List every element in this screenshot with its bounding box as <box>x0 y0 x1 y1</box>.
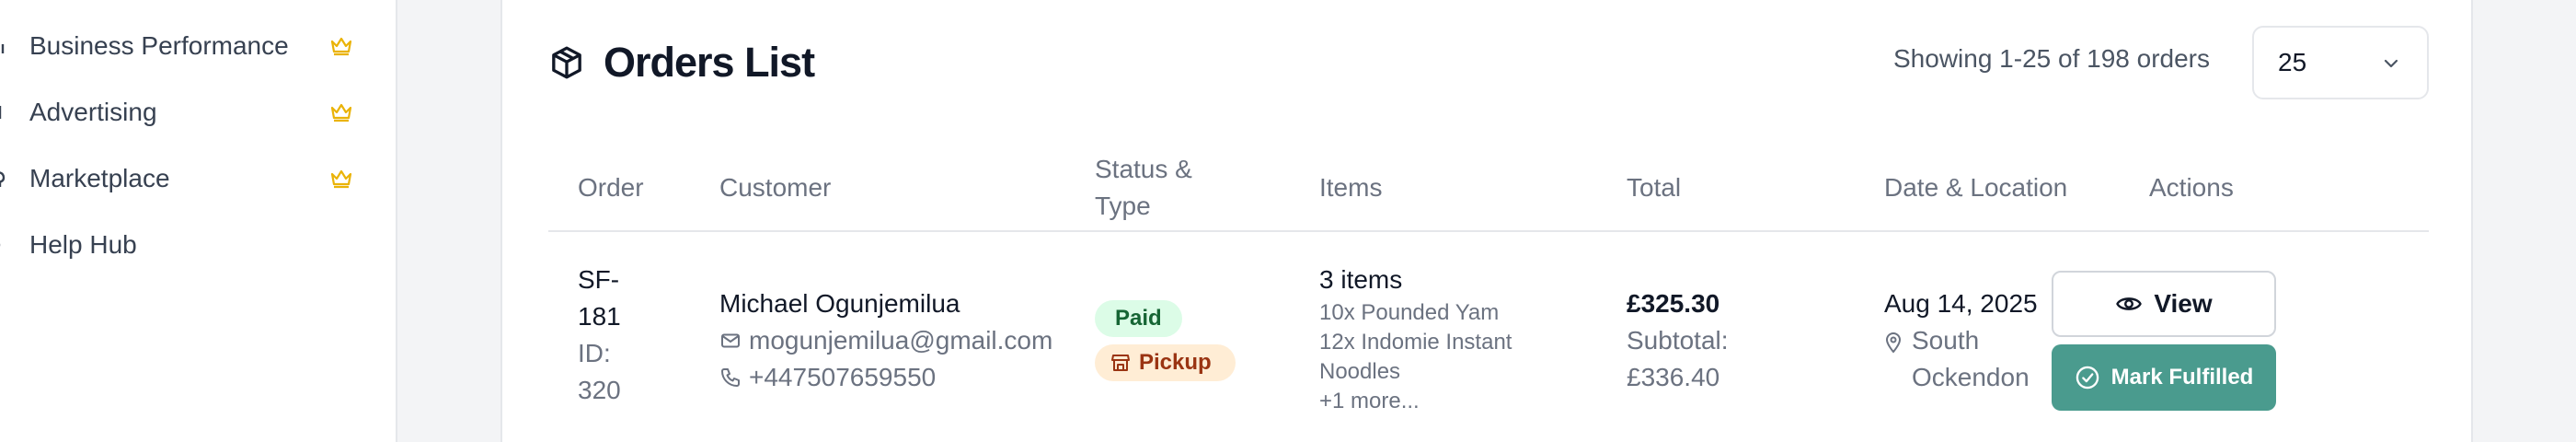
table-row: SF- 181 ID: 320 Michael Ogunjemilua mogu… <box>548 234 2429 442</box>
mail-icon <box>721 333 740 348</box>
package-icon <box>552 46 581 79</box>
date-location-cell: Aug 14, 2025 South Ockendon <box>1884 285 2038 396</box>
column-header-customer[interactable]: Customer <box>719 169 831 206</box>
column-header-status[interactable]: Status & Type <box>1095 151 1192 225</box>
sidebar: Business Performance Advertising Marketp… <box>0 0 397 442</box>
status-cell: Paid Pickup <box>1095 300 1236 381</box>
subtotal-value: £336.40 <box>1627 363 1720 391</box>
sidebar-item-label: Marketplace <box>29 164 170 192</box>
status-badge-pickup: Pickup <box>1095 344 1236 381</box>
order-date: Aug 14, 2025 <box>1884 289 2038 318</box>
item-line: 12x Indomie Instant <box>1319 330 1512 355</box>
status-badge-paid: Paid <box>1095 300 1182 337</box>
crown-icon <box>330 37 352 56</box>
customer-phone-text: +447507659550 <box>749 363 937 391</box>
orders-card: Orders List Showing 1-25 of 198 orders 2… <box>500 0 2473 442</box>
column-header-status-line2: Type <box>1095 192 1151 220</box>
items-count: 3 items <box>1319 265 1403 294</box>
view-button[interactable]: View <box>2052 271 2276 337</box>
chevron-down-icon <box>2384 59 2398 68</box>
phone-icon <box>721 368 740 387</box>
column-header-date-location[interactable]: Date & Location <box>1884 169 2067 206</box>
customer-email[interactable]: mogunjemilua@gmail.com <box>719 322 1052 359</box>
sidebar-item-label: Business Performance <box>29 31 289 60</box>
total-cell: £325.30 Subtotal: £336.40 <box>1627 285 1729 396</box>
per-page-select[interactable]: 25 <box>2252 26 2429 99</box>
customer-cell: Michael Ogunjemilua mogunjemilua@gmail.c… <box>719 285 1052 396</box>
subtotal-label: Subtotal: <box>1627 326 1729 355</box>
customer-name: Michael Ogunjemilua <box>719 289 960 318</box>
crown-icon <box>330 169 352 189</box>
map-pin-icon <box>1885 332 1902 354</box>
help-icon <box>0 243 1 247</box>
sidebar-item-marketplace[interactable]: Marketplace <box>0 153 368 204</box>
sidebar-item-label: Help Hub <box>29 230 137 259</box>
eye-icon <box>2116 297 2143 310</box>
items-more-link[interactable]: +1 more... <box>1319 387 1512 416</box>
items-cell: 3 items 10x Pounded Yam 12x Indomie Inst… <box>1319 262 1512 416</box>
crown-icon <box>330 103 352 122</box>
sidebar-item-label: Advertising <box>29 98 157 126</box>
column-header-items[interactable]: Items <box>1319 169 1382 206</box>
sidebar-item-advertising[interactable]: Advertising <box>0 87 368 138</box>
page-title-row: Orders List <box>548 33 815 92</box>
view-button-label: View <box>2154 289 2213 318</box>
order-cell: SF- 181 ID: 320 <box>578 262 621 409</box>
item-line: Noodles <box>1319 359 1401 384</box>
order-number-line2: 181 <box>578 302 621 331</box>
column-header-order[interactable]: Order <box>578 169 644 206</box>
sidebar-item-business-performance[interactable]: Business Performance <box>0 20 368 72</box>
check-circle-icon <box>2076 366 2099 390</box>
order-id-line2: 320 <box>578 376 621 404</box>
order-total: £325.30 <box>1627 289 1720 318</box>
column-header-status-line1: Status & <box>1095 155 1192 183</box>
order-id-line1: ID: <box>578 339 611 367</box>
store-icon <box>0 171 6 187</box>
page-title: Orders List <box>604 39 815 86</box>
order-number-line1: SF- <box>578 265 620 294</box>
column-header-total[interactable]: Total <box>1627 169 1681 206</box>
order-location: South Ockendon <box>1884 322 2038 396</box>
location-line2: Ockendon <box>1912 363 2030 391</box>
pagination-summary: Showing 1-25 of 198 orders <box>1893 44 2210 73</box>
per-page-value: 25 <box>2278 48 2307 76</box>
mark-fulfilled-label: Mark Fulfilled <box>2110 365 2254 390</box>
table-header: Order Customer Status & Type Items Total… <box>548 144 2429 232</box>
fulfillment-type-text: Pickup <box>1139 350 1212 375</box>
chart-icon <box>1 44 5 53</box>
item-line: 10x Pounded Yam <box>1319 300 1500 325</box>
column-header-actions: Actions <box>2149 173 2234 202</box>
customer-phone[interactable]: +447507659550 <box>719 359 1052 396</box>
store-icon <box>1111 355 1130 371</box>
mark-fulfilled-button[interactable]: Mark Fulfilled <box>2052 344 2276 411</box>
megaphone-icon <box>0 106 2 119</box>
sidebar-item-help-hub[interactable]: Help Hub <box>0 219 368 271</box>
customer-email-text: mogunjemilua@gmail.com <box>749 326 1053 355</box>
location-line1: South <box>1912 326 1980 355</box>
